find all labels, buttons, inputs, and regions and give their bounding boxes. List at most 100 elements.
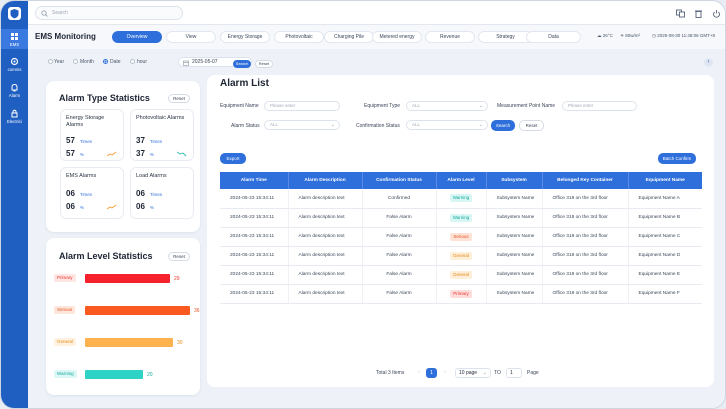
level-tag-primary: Primary — [54, 274, 76, 282]
power-icon[interactable] — [712, 9, 721, 18]
goto-page-input[interactable]: 1 — [506, 368, 522, 378]
column-header[interactable]: Confirmation Status — [362, 172, 437, 189]
cell-equipment-name: Equipment Name E — [628, 265, 702, 285]
cell-key-container: Office 318 on the 3rd floor — [542, 265, 629, 285]
alarm-status-select[interactable]: ALL ⌄ — [264, 120, 340, 130]
page-title: EMS Monitoring — [35, 32, 96, 41]
tab-overview[interactable]: Overview — [112, 31, 162, 43]
level-bar-warning — [85, 369, 143, 379]
sidebar-item-comms[interactable]: comms — [1, 57, 28, 75]
radio-label-year: Year — [54, 59, 65, 65]
table-header-row: Alarm Time Alarm Description Confirmatio… — [220, 172, 702, 189]
cell-confirmation-status: Confirmed — [362, 189, 437, 209]
export-button[interactable]: Export — [220, 153, 246, 164]
tab-charging-pile[interactable]: Charging Pile — [324, 31, 374, 43]
trend-up-icon — [107, 204, 117, 210]
prev-page-icon[interactable]: ‹ — [414, 368, 424, 378]
search-icon — [41, 10, 48, 17]
sidebar-item-alarm[interactable]: Alarm — [1, 83, 28, 101]
equipment-type-select[interactable]: ALL ⌄ — [406, 101, 488, 111]
stat-title: Load Alarms — [136, 173, 167, 179]
top-bar: Search — [28, 1, 725, 25]
tab-metered-energy[interactable]: Metered energy — [372, 31, 422, 43]
level-bar-primary — [85, 273, 170, 283]
date-filter-bar: Year Month Date hour 2025-05-07 Search R… — [28, 49, 725, 75]
chevron-down-icon: ⌄ — [478, 103, 483, 109]
alarm-level-reset-button[interactable]: Reset — [168, 252, 190, 261]
table-row[interactable]: 2024-05-23 15:34:11 Alarm description tex… — [220, 208, 702, 228]
stat-energy-storage: Energy Storage Alarms 57 Times 57% — [60, 109, 124, 161]
cell-subsystem: Subsystem Name — [486, 189, 543, 209]
sidebar-item-electricity[interactable]: Electrici — [1, 109, 28, 127]
equipment-name-input[interactable]: Please enter — [264, 101, 340, 111]
tab-energy-storage[interactable]: Energy Storage — [220, 31, 270, 43]
level-badge: Warning — [449, 194, 473, 203]
cell-alarm-time: 2024-05-23 15:34:11 — [220, 227, 289, 247]
column-header[interactable]: Equipment Name — [628, 172, 702, 189]
page-button-current[interactable]: 1 — [426, 368, 437, 378]
list-search-button[interactable]: Search — [491, 120, 515, 131]
alarm-list-title: Alarm List — [220, 78, 269, 89]
cell-alarm-description: Alarm description text — [288, 265, 363, 285]
sidebar-item-ems[interactable]: EMS — [1, 29, 28, 49]
table-row[interactable]: 2024-05-23 15:34:11 Alarm description tex… — [220, 227, 702, 247]
alarm-table: Alarm Time Alarm Description Confirmatio… — [220, 172, 702, 304]
stat-times: 57 Times — [66, 136, 92, 145]
radio-date[interactable] — [103, 59, 108, 64]
tab-view[interactable]: View — [166, 31, 216, 43]
sidebar: EMS comms Alarm Electrici — [1, 1, 28, 408]
column-header[interactable]: Alarm Description — [288, 172, 363, 189]
tab-strategy[interactable]: Strategy — [478, 31, 533, 43]
cell-equipment-name: Equipment Name A — [628, 189, 702, 209]
table-row[interactable]: 2024-05-23 15:34:11 Alarm description tex… — [220, 265, 702, 285]
cell-confirmation-status: False Alarm — [362, 284, 437, 304]
tab-photovoltaic[interactable]: Photovoltaic — [274, 31, 324, 43]
confirmation-status-select[interactable]: ALL ⌄ — [406, 120, 488, 130]
chevron-down-icon: ⌄ — [330, 122, 335, 128]
radio-hour[interactable] — [130, 59, 135, 64]
batch-confirm-button[interactable]: Batch Confirm — [658, 153, 696, 164]
trend-up-icon — [107, 151, 117, 157]
cell-equipment-name: Equipment Name B — [628, 208, 702, 228]
cell-alarm-description: Alarm description text — [288, 189, 363, 209]
cell-subsystem: Subsystem Name — [486, 284, 543, 304]
list-reset-button[interactable]: Reset — [519, 120, 544, 131]
column-header[interactable]: Alarm Level — [436, 172, 487, 189]
next-page-icon[interactable]: › — [440, 368, 450, 378]
level-value: 20 — [147, 371, 153, 378]
filter-reset-button[interactable]: Reset — [255, 60, 273, 68]
column-header[interactable]: Subsystem — [486, 172, 543, 189]
radio-label-hour: hour — [137, 59, 148, 65]
search-input[interactable]: Search — [35, 6, 183, 20]
irradiance-readout: ☀ 80w/m² — [620, 33, 641, 38]
tab-data[interactable]: Data — [526, 31, 581, 43]
translate-icon[interactable] — [676, 9, 685, 18]
table-row[interactable]: 2024-05-23 15:34:11 Alarm description tex… — [220, 246, 702, 266]
level-badge: Primary — [450, 289, 472, 298]
alarm-type-reset-button[interactable]: Reset — [168, 94, 190, 103]
measurement-point-input[interactable]: Please enter — [562, 101, 637, 111]
collapse-icon[interactable]: ‹ — [704, 58, 713, 67]
cell-subsystem: Subsystem Name — [486, 246, 543, 266]
level-value: 29 — [174, 275, 180, 282]
cell-alarm-description: Alarm description text — [288, 227, 363, 247]
stat-ems: EMS Alarms 06 Times 06% — [60, 167, 124, 219]
column-header[interactable]: Alarm Time — [220, 172, 289, 189]
nav-bar: EMS Monitoring Overview View Energy Stor… — [28, 25, 725, 49]
alarm-list-panel: Alarm List Equipment Name Please enter E… — [207, 75, 714, 387]
column-header[interactable]: Belonged Key Container — [542, 172, 629, 189]
table-row[interactable]: 2024-05-23 15:34:11 Alarm description tex… — [220, 284, 702, 304]
radio-month[interactable] — [73, 59, 78, 64]
table-row[interactable]: 2024-05-23 15:34:11 Alarm description tex… — [220, 189, 702, 209]
page-label: Page — [527, 370, 539, 376]
cell-alarm-level: Warning — [436, 208, 487, 228]
cell-alarm-description: Alarm description text — [288, 284, 363, 304]
alarm-status-label: Alarm Status — [231, 123, 260, 129]
tab-revenue[interactable]: Revenue — [425, 31, 475, 43]
page-size-select[interactable]: 10 page ⌄ — [455, 368, 491, 378]
cell-alarm-description: Alarm description text — [288, 208, 363, 228]
radio-year[interactable] — [48, 59, 53, 64]
trash-icon[interactable] — [694, 9, 703, 18]
filter-search-button[interactable]: Search — [233, 60, 251, 68]
sidebar-item-label: EMS — [9, 42, 20, 47]
